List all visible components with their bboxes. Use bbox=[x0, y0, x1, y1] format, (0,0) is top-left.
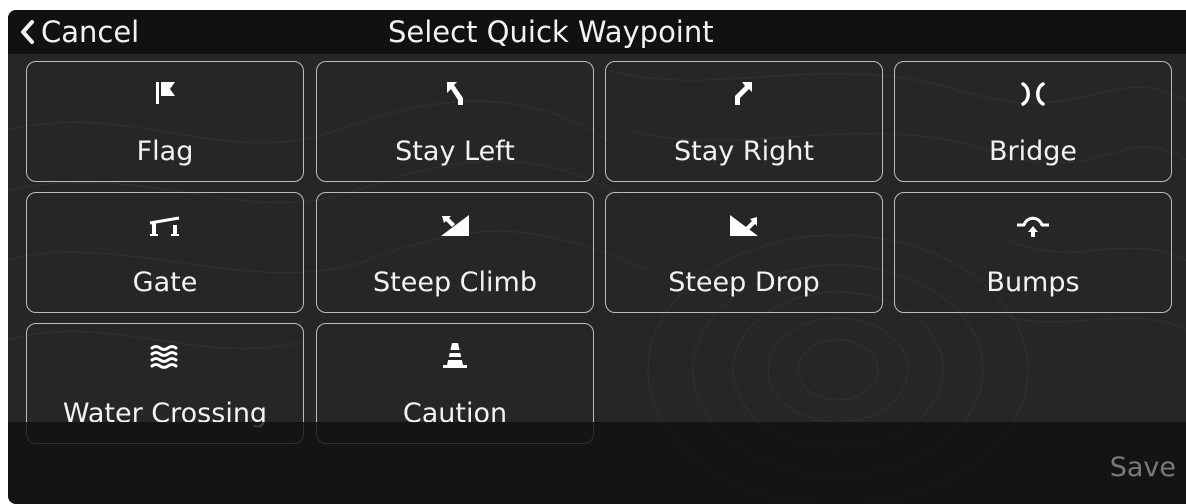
cancel-button[interactable]: Cancel bbox=[18, 12, 139, 52]
flag-icon bbox=[156, 82, 175, 104]
bridge-icon bbox=[1021, 82, 1045, 106]
caution-icon bbox=[443, 343, 467, 368]
waypoint-label: Flag bbox=[136, 136, 194, 167]
waypoint-label: Bumps bbox=[986, 267, 1080, 298]
header-bar: Cancel Select Quick Waypoint bbox=[8, 10, 1186, 54]
chevron-left-icon bbox=[21, 20, 34, 44]
waypoint-label: Gate bbox=[132, 267, 198, 298]
waypoint-gate-button[interactable]: Gate bbox=[26, 192, 304, 313]
page-title: Select Quick Waypoint bbox=[388, 15, 714, 49]
waypoint-label: Stay Right bbox=[674, 136, 814, 167]
waypoint-label: Steep Drop bbox=[668, 267, 820, 298]
waypoint-label: Steep Climb bbox=[373, 267, 537, 298]
save-button[interactable]: Save bbox=[1110, 452, 1176, 483]
waypoint-steep-climb-button[interactable]: Steep Climb bbox=[316, 192, 594, 313]
cancel-label: Cancel bbox=[41, 15, 140, 49]
waypoint-steep-drop-button[interactable]: Steep Drop bbox=[605, 192, 883, 313]
stay-left-icon bbox=[447, 82, 463, 105]
steep-climb-icon bbox=[441, 215, 469, 236]
steep-drop-icon bbox=[730, 215, 758, 236]
waypoint-label: Stay Left bbox=[395, 136, 515, 167]
stay-right-icon bbox=[735, 82, 752, 105]
waypoint-screen: Cancel Select Quick Waypoint Flag Stay L… bbox=[8, 10, 1186, 504]
waypoint-stay-left-button[interactable]: Stay Left bbox=[316, 61, 594, 182]
water-crossing-icon bbox=[150, 345, 178, 369]
waypoint-bridge-button[interactable]: Bridge bbox=[894, 61, 1172, 182]
gate-icon bbox=[149, 216, 180, 236]
bottom-toolbar bbox=[8, 422, 1186, 504]
waypoint-label: Bridge bbox=[988, 136, 1077, 167]
waypoint-stay-right-button[interactable]: Stay Right bbox=[605, 61, 883, 182]
bumps-icon bbox=[1017, 216, 1049, 237]
waypoint-flag-button[interactable]: Flag bbox=[26, 61, 304, 182]
waypoint-bumps-button[interactable]: Bumps bbox=[894, 192, 1172, 313]
